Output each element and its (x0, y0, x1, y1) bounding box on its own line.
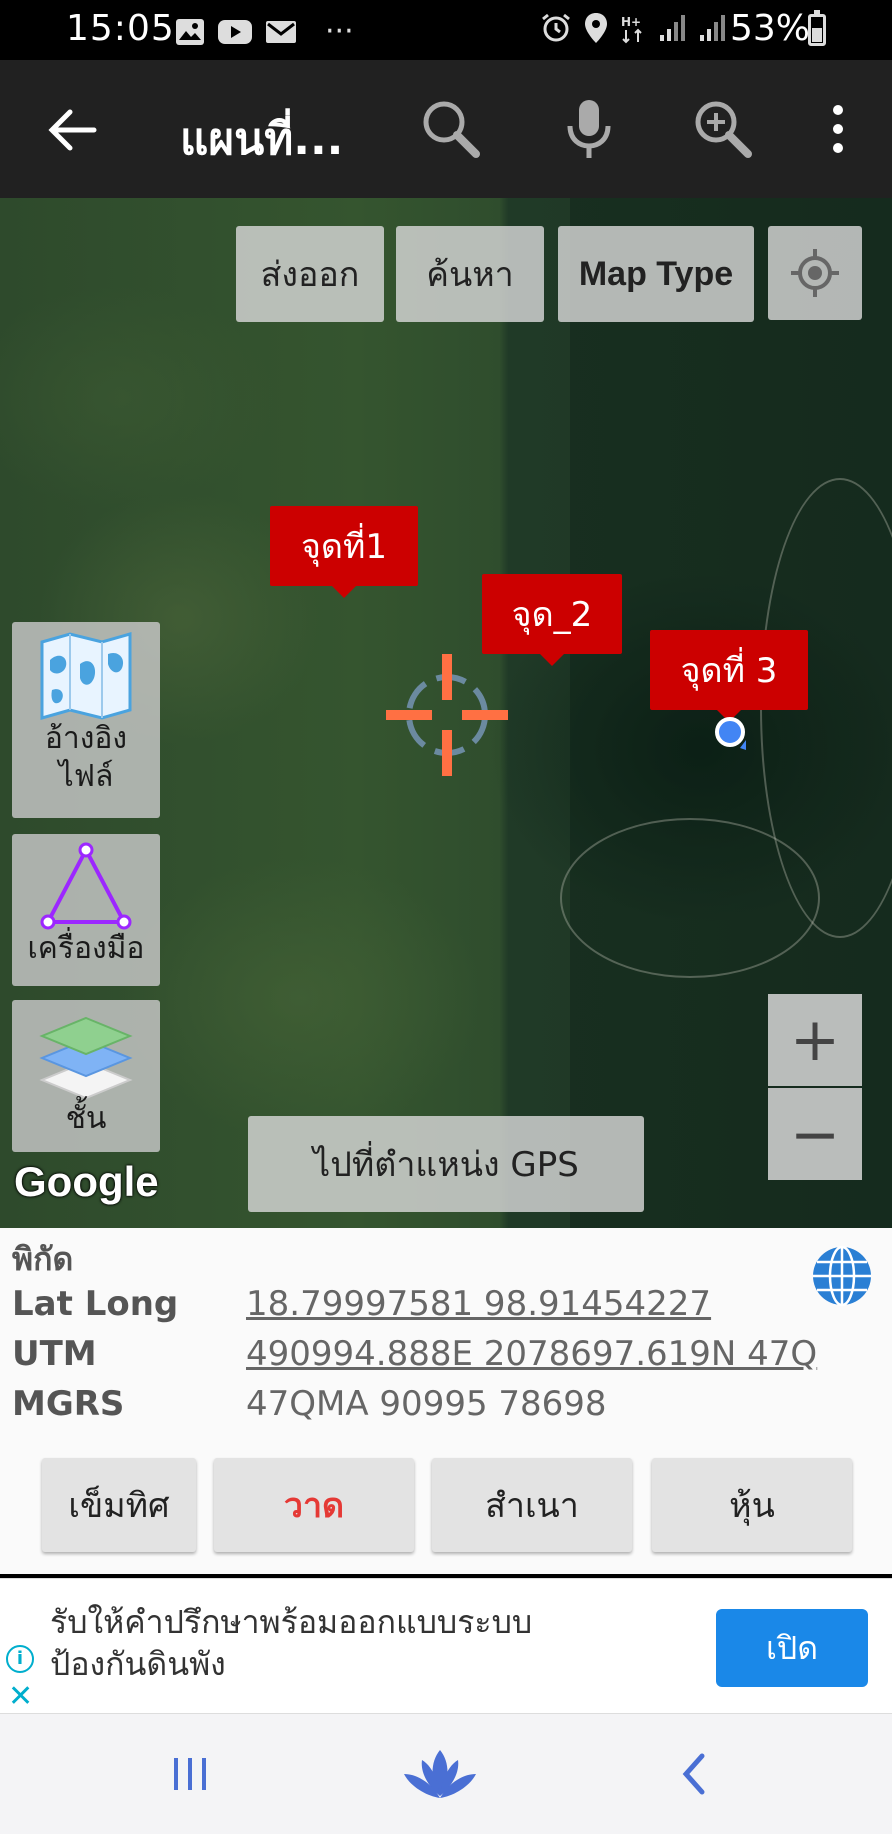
ad-info-icon[interactable]: i (6, 1645, 34, 1673)
signal-icon-2 (700, 15, 725, 41)
location-dot-icon (715, 717, 746, 750)
ad-open-button[interactable]: เปิด (716, 1609, 868, 1687)
search-button[interactable]: ค้นหา (396, 226, 544, 322)
compass-button[interactable]: เข็มทิศ (42, 1458, 196, 1552)
zoom-out-button[interactable]: − (768, 1088, 862, 1180)
triangle-tool-icon (40, 842, 132, 930)
globe-icon[interactable] (810, 1244, 874, 1308)
coordinates-heading: พิกัด (12, 1240, 74, 1278)
battery-percent: 53% (730, 8, 811, 49)
draw-button[interactable]: วาด (214, 1458, 414, 1552)
battery-icon (808, 10, 826, 46)
zoom-in-search-icon[interactable] (690, 96, 756, 162)
signal-icon-1 (660, 15, 685, 41)
alarm-icon (542, 13, 570, 42)
google-attribution: Google (14, 1158, 159, 1205)
back-nav-icon[interactable] (674, 1744, 714, 1804)
ad-close-icon[interactable]: ✕ (8, 1679, 33, 1714)
copy-button[interactable]: สำเนา (432, 1458, 632, 1552)
stocks-button[interactable]: หุ้น (652, 1458, 852, 1552)
page-title: แผนที่... (180, 114, 344, 165)
latlong-value[interactable]: 18.79997581 98.91454227 (246, 1284, 711, 1324)
export-button[interactable]: ส่งออก (236, 226, 384, 322)
utm-value[interactable]: 490994.888E 2078697.619N 47Q (246, 1334, 817, 1374)
my-location-button[interactable] (768, 226, 862, 320)
utm-label: UTM (12, 1334, 97, 1374)
home-lotus-icon[interactable] (400, 1744, 480, 1804)
recent-apps-icon[interactable] (170, 1744, 210, 1804)
microphone-icon[interactable] (556, 96, 622, 162)
latlong-label: Lat Long (12, 1284, 179, 1324)
reference-file-button[interactable]: อ้างอิง ไฟล์ (12, 622, 160, 818)
crosshair-location-icon (791, 249, 839, 297)
youtube-icon (218, 19, 252, 44)
svg-text:H+: H+ (621, 15, 641, 29)
mgrs-label: MGRS (12, 1384, 125, 1424)
tools-label: เครื่องมือ (27, 931, 145, 966)
mgrs-value: 47QMA 90995 78698 (246, 1384, 607, 1424)
layers-label: ชั้น (65, 1101, 107, 1136)
layers-button[interactable]: ชั้น (12, 1000, 160, 1152)
back-arrow-icon[interactable] (44, 102, 100, 158)
map-type-button[interactable]: Map Type (558, 226, 754, 322)
goto-gps-button[interactable]: ไปที่ตำแหน่ง GPS (248, 1116, 644, 1212)
network-hplus-icon: H+ (621, 15, 642, 44)
gallery-icon (176, 18, 204, 45)
more-notifications-icon: ··· (325, 14, 354, 49)
map-marker-label[interactable]: จุด_2 (482, 574, 622, 666)
reference-file-label: อ้างอิง ไฟล์ (44, 721, 128, 794)
app-bar: แผนที่... (0, 60, 892, 198)
layers-icon (39, 1016, 133, 1100)
map-marker-label[interactable]: จุดที่ 3 (650, 630, 808, 722)
location-icon (585, 13, 607, 43)
notification-icons: ··· (175, 14, 354, 49)
map-marker-label[interactable]: จุดที่1 (270, 506, 418, 598)
mail-icon (266, 20, 296, 43)
ad-banner[interactable]: i ✕ รับให้คำปรึกษาพร้อมออกแบบระบบ ป้องกั… (0, 1578, 892, 1714)
map-icon (40, 632, 132, 720)
map-view[interactable]: ส่งออก ค้นหา Map Type จุดที่1 จุด_2 จุดท… (0, 198, 892, 1228)
zoom-in-button[interactable]: + (768, 994, 862, 1086)
ad-text-line2: ป้องกันดินพัง (50, 1645, 226, 1683)
system-nav-bar (0, 1714, 892, 1834)
ad-text: รับให้คำปรึกษาพร้อมออกแบบระบบ ป้องกันดิน… (50, 1601, 532, 1685)
tools-button[interactable]: เครื่องมือ (12, 834, 160, 986)
map-river (560, 818, 820, 978)
overflow-menu-icon[interactable] (808, 96, 868, 162)
ad-text-line1: รับให้คำปรึกษาพร้อมออกแบบระบบ (50, 1603, 533, 1641)
status-bar: 15:05 ··· H+ 53% (0, 0, 892, 60)
crosshair-target-icon (386, 654, 508, 776)
status-time: 15:05 (66, 8, 175, 49)
search-icon[interactable] (418, 96, 484, 162)
system-icons: H+ (540, 12, 726, 44)
